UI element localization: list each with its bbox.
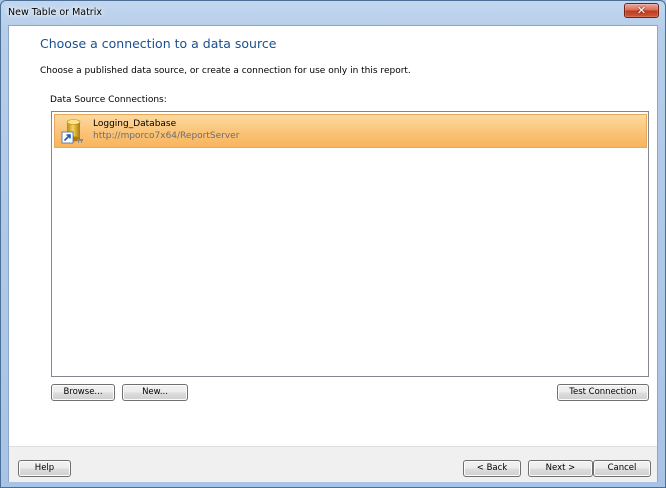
shared-datasource-icon <box>61 119 83 144</box>
cancel-button[interactable]: Cancel <box>593 460 651 477</box>
dialog-window: New Table or Matrix ✕ Choose a connectio… <box>0 0 666 488</box>
wizard-footer: Help < Back Next > Cancel <box>9 446 657 482</box>
page-description: Choose a published data source, or creat… <box>40 66 411 76</box>
data-source-connections-label: Data Source Connections: <box>50 95 167 105</box>
browse-button[interactable]: Browse... <box>51 384 115 401</box>
window-title: New Table or Matrix <box>8 7 102 18</box>
title-bar[interactable]: New Table or Matrix ✕ <box>1 1 665 25</box>
test-connection-button[interactable]: Test Connection <box>557 384 649 401</box>
new-button[interactable]: New... <box>122 384 188 401</box>
data-source-connections-list[interactable]: Logging_Database http://mporco7x64/Repor… <box>51 111 649 377</box>
datasource-name: Logging_Database <box>93 119 177 129</box>
close-button[interactable]: ✕ <box>624 3 659 18</box>
page-title: Choose a connection to a data source <box>40 36 277 51</box>
wizard-content: Choose a connection to a data source Cho… <box>8 25 658 482</box>
back-button[interactable]: < Back <box>463 460 521 477</box>
datasource-url: http://mporco7x64/ReportServer <box>93 131 240 141</box>
help-button[interactable]: Help <box>18 460 71 477</box>
close-icon: ✕ <box>636 4 647 17</box>
next-button[interactable]: Next > <box>528 460 593 477</box>
list-item-logging-database[interactable]: Logging_Database http://mporco7x64/Repor… <box>54 114 647 148</box>
